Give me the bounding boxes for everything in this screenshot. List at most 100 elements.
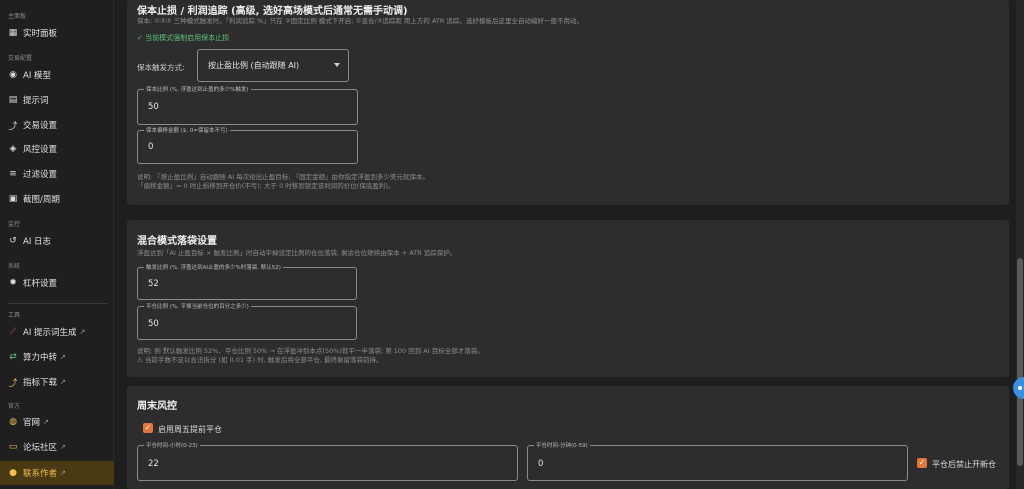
history-icon: ↺ [9,236,17,246]
sidebar-divider [8,303,108,304]
app-root: 主面板 ▦ 实时面板 交易配置 ◉ AI 模型 ▤ 提示词 ⤴ 交易设置 ◈ 风… [0,0,1024,489]
trigger-ratio-value: 52 [148,279,159,289]
main-scrollbar[interactable] [1016,0,1024,489]
breakeven-ratio-field[interactable]: 保本比例 (%, 浮盈达到止盈的多少%触发) 50 [137,85,358,125]
external-link-icon: ↗ [60,443,66,451]
magic-wand-icon: ⟋ [9,327,17,337]
sidebar-item-indicator-download[interactable]: ⤴ 指标下载 ↗ [0,372,114,392]
chevron-down-icon [334,63,340,67]
sidebar-item-contact-author[interactable]: ● 联系作者 ↗ [0,461,114,485]
trigger-mode-label: 保本触发方式: [137,63,185,72]
weekend-card: 周末风控 ✓ 启用周五提前平仓 平仓时间-小时(0-23) 22 平仓时间-分钟… [127,386,1009,489]
external-link-icon: ↗ [43,418,49,426]
section-label-main: 主面板 [8,13,27,20]
sidebar-item-label: 联系作者 [23,469,58,479]
sidebar-item-trade-settings[interactable]: ⤴ 交易设置 [0,115,114,135]
close-hour-field[interactable]: 平仓时间-小时(0-23) 22 [137,441,518,481]
trigger-mode-select[interactable]: 按止盈比例 (自动跟随 AI) [197,49,349,82]
close-minute-field[interactable]: 平仓时间-分钟(0-59) 0 [527,441,908,481]
forbid-new-position-label: 平仓后禁止开新仓 [932,460,996,469]
exchange-icon: ⇄ [9,352,17,362]
brain-icon: ◉ [9,70,17,80]
external-link-icon: ↗ [60,378,66,386]
sidebar-item-ai-log[interactable]: ↺ AI 日志 [0,231,114,251]
breakeven-ratio-value: 50 [148,102,159,112]
sidebar-item-label: 截图/周期 [23,195,60,205]
external-link-icon: ↗ [60,353,66,361]
mixed-note-2: ⚠ 当前手数不足以合法拆分 (如 0.01 手) 时, 触发后将全部平仓, 最终… [137,356,383,364]
sidebar-item-risk-settings[interactable]: ◈ 风控设置 [0,139,114,159]
mixed-mode-description: 浮盈达到「AI 止盈目标 × 触发比例」时自动平掉设定比例的仓位落袋, 剩余仓位… [137,249,457,257]
trend-icon: ⤴ [8,378,18,389]
section-label-system: 系统 [8,263,21,270]
sidebar-item-label: 官网 [23,418,41,428]
close-minute-label: 平仓时间-分钟(0-59) [534,441,590,449]
chart-line-icon: ⤴ [8,121,18,132]
sidebar-item-filter-settings[interactable]: ≡ 过滤设置 [0,164,114,184]
chat-icon: ▭ [8,442,18,452]
dot-icon [1018,386,1022,390]
sidebar-item-website[interactable]: ◍ 官网 ↗ [0,412,114,432]
trigger-mode-value: 按止盈比例 (自动跟随 AI) [208,61,300,70]
sidebar-item-label: 论坛社区 [23,443,58,453]
sidebar-item-label: 杠杆设置 [23,279,58,289]
stoploss-notice: ✓ 当前模式强制启用保本止损 [137,34,230,42]
close-ratio-field[interactable]: 平仓比例 (%, 平掉当前仓位的百分之多少) 50 [137,302,357,340]
sidebar-item-label: AI 模型 [23,71,52,81]
stoploss-note-2: 「偏移金额」= 0 时止损移到开仓价(不亏); 大于 0 时移到锁定该利润的价位… [137,182,395,190]
trigger-ratio-label: 触发比例 (%, 浮盈达到AI止盈的多少%时落袋, 默认52) [144,263,283,271]
section-label-tools: 工具 [8,312,21,319]
sidebar-item-ai-model[interactable]: ◉ AI 模型 [0,65,114,85]
external-link-icon: ↗ [79,328,86,336]
sidebar-item-label: AI 提示词生成 [23,328,77,338]
external-link-icon: ↗ [60,469,66,477]
sidebar-item-screenshot-period[interactable]: ▣ 截图/周期 [0,189,114,209]
sidebar: 主面板 ▦ 实时面板 交易配置 ◉ AI 模型 ▤ 提示词 ⤴ 交易设置 ◈ 风… [0,0,114,489]
sidebar-item-label: 过滤设置 [23,170,58,180]
close-hour-label: 平仓时间-小时(0-23) [144,441,200,449]
sidebar-item-label: 交易设置 [23,121,58,131]
gear-icon: ✹ [9,278,17,288]
close-ratio-label: 平仓比例 (%, 平掉当前仓位的百分之多少) [144,302,251,310]
user-icon: ● [9,468,17,478]
shield-icon: ◈ [9,144,17,154]
dashboard-icon: ▦ [8,28,18,38]
sidebar-item-label: 指标下载 [23,378,58,388]
mixed-mode-card: 混合模式落袋设置 浮盈达到「AI 止盈目标 × 触发比例」时自动平掉设定比例的仓… [127,220,1009,377]
scrollbar-thumb[interactable] [1017,258,1023,466]
section-label-trading: 交易配置 [8,55,33,62]
section-label-official: 官方 [8,403,21,410]
sidebar-item-label: 算力中转 [23,353,58,363]
close-hour-value: 22 [148,459,159,469]
image-icon: ▣ [8,194,18,204]
sidebar-item-dashboard[interactable]: ▦ 实时面板 [0,23,114,43]
sidebar-item-compute-relay[interactable]: ⇄ 算力中转 ↗ [0,347,114,367]
forbid-new-position-checkbox[interactable]: ✓ [917,458,927,468]
sidebar-item-prompts[interactable]: ▤ 提示词 [0,90,114,110]
document-icon: ▤ [8,95,18,105]
enable-friday-close-label: 启用周五提前平仓 [158,425,222,434]
section-label-monitor: 监控 [8,221,21,228]
sidebar-item-forum[interactable]: ▭ 论坛社区 ↗ [0,437,114,457]
floating-assistant-button[interactable] [1013,377,1024,399]
sidebar-item-label: 实时面板 [23,29,58,39]
mixed-mode-title: 混合模式落袋设置 [137,236,217,247]
mixed-note-1: 说明: 例 默认触发比例 52%、平仓比例 50% → 在浮盈冲到本点(50%)… [137,347,484,355]
filter-icon: ≡ [9,169,17,179]
stoploss-note-1: 说明: 「按止盈比例」自动跟随 AI 每次给出止盈目标; 「固定金额」由你指定浮… [137,173,430,181]
enable-friday-close-checkbox[interactable]: ✓ [143,423,153,433]
sidebar-item-leverage[interactable]: ✹ 杠杆设置 [0,273,114,293]
sidebar-item-label: 提示词 [23,96,49,106]
trigger-ratio-field[interactable]: 触发比例 (%, 浮盈达到AI止盈的多少%时落袋, 默认52) 52 [137,263,357,300]
close-ratio-value: 50 [148,319,159,329]
stoploss-card: 保本止损 / 利润追踪 (高级, 选好高场模式后通常无需手动调) 保本: ①②③… [127,0,1009,205]
globe-icon: ◍ [9,417,17,427]
sidebar-item-prompt-generator[interactable]: ⟋ AI 提示词生成 ↗ [0,322,114,342]
sidebar-item-label: AI 日志 [23,237,52,247]
breakeven-offset-value: 0 [148,142,154,152]
weekend-title: 周末风控 [137,401,177,412]
stoploss-description: 保本: ①②③ 三种模式触发时。「利润追踪 %」只在 ②固定比例 模式下开启; … [137,17,583,25]
breakeven-offset-field[interactable]: 保本偏移金额 ($, 0=保留本不亏) 0 [137,126,358,164]
stoploss-title: 保本止损 / 利润追踪 (高级, 选好高场模式后通常无需手动调) [137,6,408,17]
breakeven-offset-label: 保本偏移金额 ($, 0=保留本不亏) [144,126,230,134]
